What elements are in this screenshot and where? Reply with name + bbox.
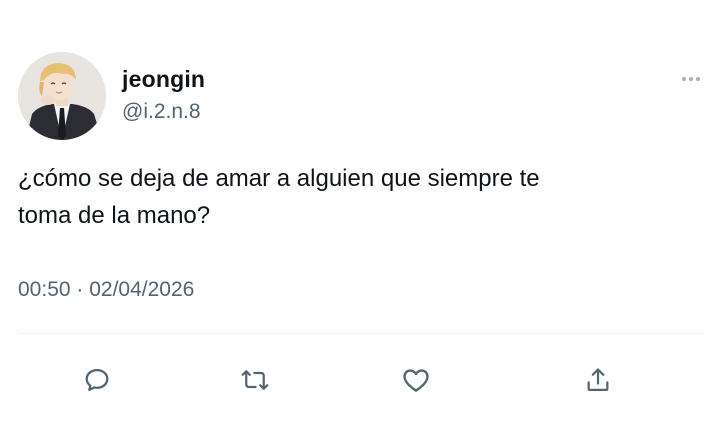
divider: [18, 333, 704, 334]
dot-icon: [682, 77, 686, 81]
author-display-name[interactable]: jeongin: [122, 66, 205, 93]
author-handle[interactable]: @i.2.n.8: [122, 100, 201, 124]
heart-icon: [403, 369, 429, 392]
retweet-button[interactable]: [237, 362, 273, 398]
tweet-timestamp[interactable]: 00:50 · 02/04/2026: [18, 278, 194, 302]
share-button[interactable]: [580, 362, 616, 398]
tweet-text: ¿cómo se deja de amar a alguien que siem…: [18, 165, 540, 229]
tweet-card: jeongin @i.2.n.8 ¿cómo se deja de amar a…: [0, 0, 719, 421]
dot-icon: [696, 77, 700, 81]
like-button[interactable]: [398, 362, 434, 398]
upload-share-icon: [587, 368, 609, 392]
speech-bubble-icon: [85, 368, 109, 392]
more-options-button[interactable]: [676, 68, 706, 90]
avatar[interactable]: [18, 52, 106, 140]
dot-icon: [689, 77, 693, 81]
reply-button[interactable]: [79, 362, 115, 398]
retweet-arrows-icon: [241, 370, 269, 390]
profile-photo-icon: [18, 52, 106, 140]
